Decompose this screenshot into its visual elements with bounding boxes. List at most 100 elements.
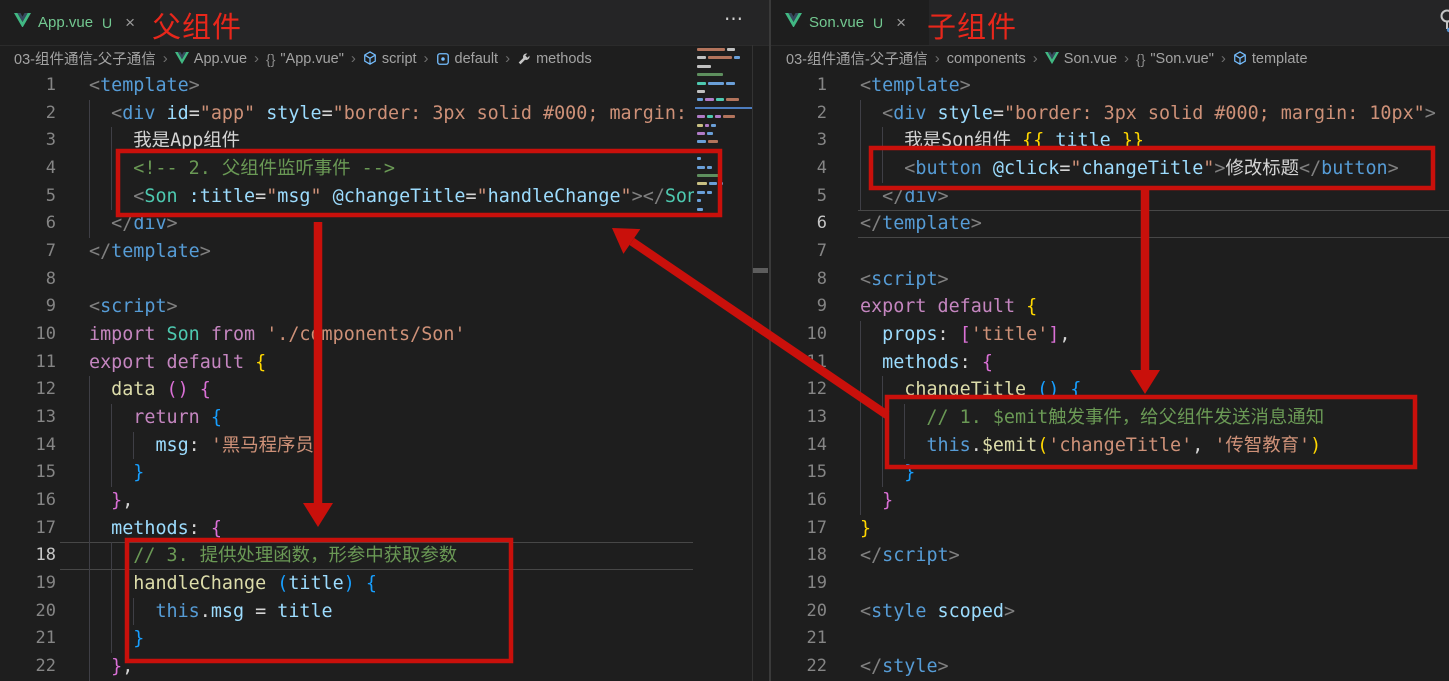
editor-action-icon[interactable] bbox=[1437, 8, 1449, 34]
code-line[interactable]: 6 </div> bbox=[0, 210, 694, 238]
code-line[interactable]: 22</style> bbox=[771, 653, 1449, 681]
line-number: 3 bbox=[771, 127, 827, 155]
editor-group-divider[interactable] bbox=[769, 0, 771, 681]
minimap-row bbox=[697, 98, 739, 101]
line-number: 19 bbox=[771, 570, 827, 598]
code-text: data () { bbox=[89, 376, 211, 404]
code-line[interactable]: 14 msg: '黑马程序员' bbox=[0, 432, 694, 460]
breadcrumb-item[interactable]: {}"App.vue" bbox=[266, 51, 344, 67]
code-line[interactable]: 8 bbox=[0, 266, 694, 294]
line-number: 6 bbox=[771, 210, 827, 238]
breadcrumb-item[interactable]: script bbox=[363, 51, 417, 67]
code-line[interactable]: 20<style scoped> bbox=[771, 598, 1449, 626]
breadcrumb-item[interactable]: components bbox=[947, 51, 1026, 67]
code-line[interactable]: 2 <div id="app" style="border: 3px solid… bbox=[0, 100, 694, 128]
code-line[interactable]: 9<script> bbox=[0, 293, 694, 321]
code-text: handleChange (title) { bbox=[89, 570, 377, 598]
code-line[interactable]: 7</template> bbox=[0, 238, 694, 266]
breadcrumb-item[interactable]: {} "Son.vue" bbox=[1136, 51, 1214, 67]
code-line[interactable]: 15 } bbox=[0, 459, 694, 487]
scrollbar-thumb[interactable] bbox=[753, 268, 768, 273]
code-line[interactable]: 21 } bbox=[0, 625, 694, 653]
code-line[interactable]: 9export default { bbox=[771, 293, 1449, 321]
code-line[interactable]: 10 props: ['title'], bbox=[771, 321, 1449, 349]
minimap-row bbox=[697, 182, 723, 185]
breadcrumb-item[interactable]: 03-组件通信-父子通信 bbox=[14, 48, 156, 69]
close-icon[interactable]: × bbox=[896, 13, 906, 33]
code-line[interactable]: 3 我是Son组件 {{ title }} bbox=[771, 127, 1449, 155]
close-icon[interactable]: × bbox=[125, 13, 135, 33]
tab-title: App.vue bbox=[38, 14, 93, 31]
code-line[interactable]: 21 bbox=[771, 625, 1449, 653]
code-line[interactable]: 19 handleChange (title) { bbox=[0, 570, 694, 598]
breadcrumb-label: default bbox=[455, 51, 499, 67]
code-text: changeTitle () { bbox=[860, 376, 1081, 404]
line-number: 17 bbox=[771, 515, 827, 543]
breadcrumb-label: 03-组件通信-父子通信 bbox=[786, 48, 928, 69]
breadcrumb-item[interactable]: App.vue bbox=[175, 51, 247, 67]
minimap-row bbox=[697, 174, 719, 177]
minimap-row bbox=[697, 73, 723, 76]
code-text: </div> bbox=[89, 210, 178, 238]
code-line[interactable]: 14 this.$emit('changeTitle', '传智教育') bbox=[771, 432, 1449, 460]
line-number: 9 bbox=[0, 293, 56, 321]
code-line[interactable]: 17 methods: { bbox=[0, 515, 694, 543]
code-line[interactable]: 17} bbox=[771, 515, 1449, 543]
code-text: </script> bbox=[860, 542, 960, 570]
code-line[interactable]: 8<script> bbox=[771, 266, 1449, 294]
minimap-row bbox=[697, 115, 735, 118]
more-actions-icon[interactable]: ⋯ bbox=[724, 8, 744, 31]
tab-app-vue[interactable]: App.vue U × bbox=[0, 0, 160, 45]
code-line[interactable]: 4 <button @click="changeTitle">修改标题</but… bbox=[771, 155, 1449, 183]
code-line[interactable]: 1<template> bbox=[0, 72, 694, 100]
breadcrumb-item[interactable]: default bbox=[436, 51, 499, 67]
editor-pane-son-vue[interactable]: 1<template>2 <div style="border: 3px sol… bbox=[771, 72, 1449, 681]
line-number: 15 bbox=[771, 459, 827, 487]
breadcrumb-label: "Son.vue" bbox=[1150, 51, 1214, 67]
git-status-badge: U bbox=[102, 15, 112, 31]
breadcrumb[interactable]: 03-组件通信-父子通信›App.vue›{}"App.vue"›script›… bbox=[14, 45, 592, 72]
editor-pane-app-vue[interactable]: 1<template>2 <div id="app" style="border… bbox=[0, 72, 694, 681]
code-line[interactable]: 11 methods: { bbox=[771, 349, 1449, 377]
breadcrumb[interactable]: 03-组件通信-父子通信›components›Son.vue›{}"Son.v… bbox=[786, 45, 1308, 72]
code-line[interactable]: 12 changeTitle () { bbox=[771, 376, 1449, 404]
line-number: 22 bbox=[771, 653, 827, 681]
tab-son-vue[interactable]: Son.vue U × bbox=[771, 0, 929, 45]
code-line[interactable]: 18</script> bbox=[771, 542, 1449, 570]
line-number: 21 bbox=[0, 625, 56, 653]
minimap[interactable] bbox=[697, 48, 751, 278]
code-line[interactable]: 13 // 1. $emit触发事件，给父组件发送消息通知 bbox=[771, 404, 1449, 432]
code-line[interactable]: 6</template> bbox=[771, 210, 1449, 238]
braces-icon: {} bbox=[1136, 51, 1145, 67]
line-number: 19 bbox=[0, 570, 56, 598]
breadcrumb-item[interactable]: Son.vue bbox=[1045, 51, 1117, 67]
code-line[interactable]: 16 }, bbox=[0, 487, 694, 515]
minimap-row bbox=[697, 191, 712, 194]
code-text: msg: '黑马程序员' bbox=[89, 432, 325, 460]
code-line[interactable]: 2 <div style="border: 3px solid #000; ma… bbox=[771, 100, 1449, 128]
breadcrumb-item[interactable]: 03-组件通信-父子通信 bbox=[786, 48, 928, 69]
code-line[interactable]: 4 <!-- 2. 父组件监听事件 --> bbox=[0, 155, 694, 183]
code-text: } bbox=[860, 515, 871, 543]
code-line[interactable]: 16 } bbox=[771, 487, 1449, 515]
code-line[interactable]: 19 bbox=[771, 570, 1449, 598]
code-text: <!-- 2. 父组件监听事件 --> bbox=[89, 155, 395, 183]
code-line[interactable]: 5 </div> bbox=[771, 183, 1449, 211]
code-line[interactable]: 20 this.msg = title bbox=[0, 598, 694, 626]
code-line[interactable]: 7 bbox=[771, 238, 1449, 266]
breadcrumb-item[interactable]: methods bbox=[517, 51, 592, 67]
code-line[interactable]: 18 // 3. 提供处理函数，形参中获取参数 bbox=[0, 542, 694, 570]
code-line[interactable]: 10import Son from './components/Son' bbox=[0, 321, 694, 349]
code-line[interactable]: 13 return { bbox=[0, 404, 694, 432]
code-line[interactable]: 12 data () { bbox=[0, 376, 694, 404]
code-line[interactable]: 22 }, bbox=[0, 653, 694, 681]
code-line[interactable]: 3 我是App组件 bbox=[0, 127, 694, 155]
breadcrumb-item[interactable]: template bbox=[1233, 51, 1308, 67]
code-line[interactable]: 1<template> bbox=[771, 72, 1449, 100]
code-line[interactable]: 5 <Son :title="msg" @changeTitle="handle… bbox=[0, 183, 694, 211]
code-line[interactable]: 15 } bbox=[771, 459, 1449, 487]
line-number: 14 bbox=[0, 432, 56, 460]
minimap-row bbox=[697, 124, 716, 127]
line-number: 21 bbox=[771, 625, 827, 653]
code-line[interactable]: 11export default { bbox=[0, 349, 694, 377]
